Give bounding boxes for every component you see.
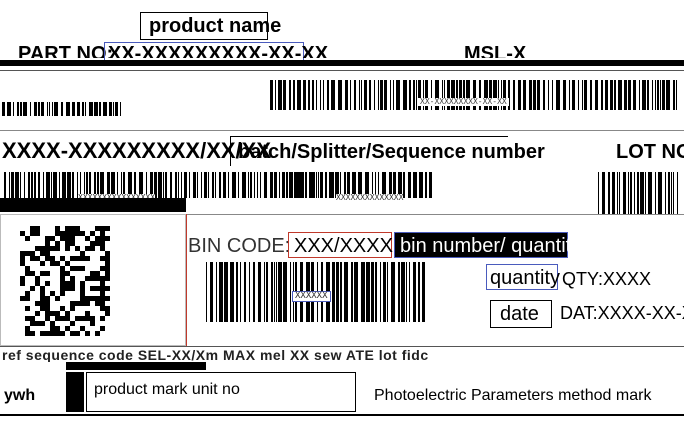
bottom-mid-text: product mark unit no (94, 381, 240, 398)
bottom-left-text: ywh (4, 387, 36, 404)
lot-no-label: LOT NO (616, 141, 684, 163)
quantity-label: quantity (490, 267, 561, 289)
bin-quantity-label: bin number/ quantity (400, 235, 582, 257)
garbled-bar (66, 362, 206, 370)
qty-value: QTY:XXXX (562, 269, 652, 289)
black-strip (0, 198, 186, 212)
part-no-value: XX-XXXXXXXXX-XX-XX (108, 44, 329, 58)
msl-label: MSL-X (464, 44, 527, 58)
small-barcode-text-2: XXXXXXXXXXXXXX (336, 193, 404, 202)
bottom-right-text: Photoelectric Parameters method mark (374, 388, 652, 404)
product-name: product name (149, 15, 282, 37)
lot-barcode (598, 172, 682, 214)
part-no-prefix: PART NO: (18, 44, 114, 58)
left-barcode (2, 102, 122, 116)
garbled-rule (0, 346, 684, 347)
date-label: date (500, 303, 539, 325)
batch-label: batch/Splitter/Sequence number (238, 141, 545, 163)
red-vline (186, 214, 187, 346)
date-value: DAT:XXXX-XX-XX (560, 303, 684, 323)
bin-row-rule (186, 214, 684, 215)
bin-code-value: XXX/XXXX (294, 235, 393, 257)
part-barcode-text: XX-XXXXXXXXX-XX-XX (418, 97, 509, 106)
xxx-code: XXXXXX (292, 291, 331, 302)
bottom-rule (0, 414, 684, 416)
divider-line (0, 130, 684, 131)
qr-code (20, 226, 110, 336)
bin-code-label: BIN CODE: (188, 235, 291, 257)
part-no-barcode (4, 172, 334, 198)
bottom-left-mark (66, 372, 84, 412)
header-rule-2 (0, 70, 684, 71)
header-rule (0, 60, 684, 66)
garbled-line: ref sequence code SEL-XX/Xm MAX mel XX s… (2, 348, 429, 362)
